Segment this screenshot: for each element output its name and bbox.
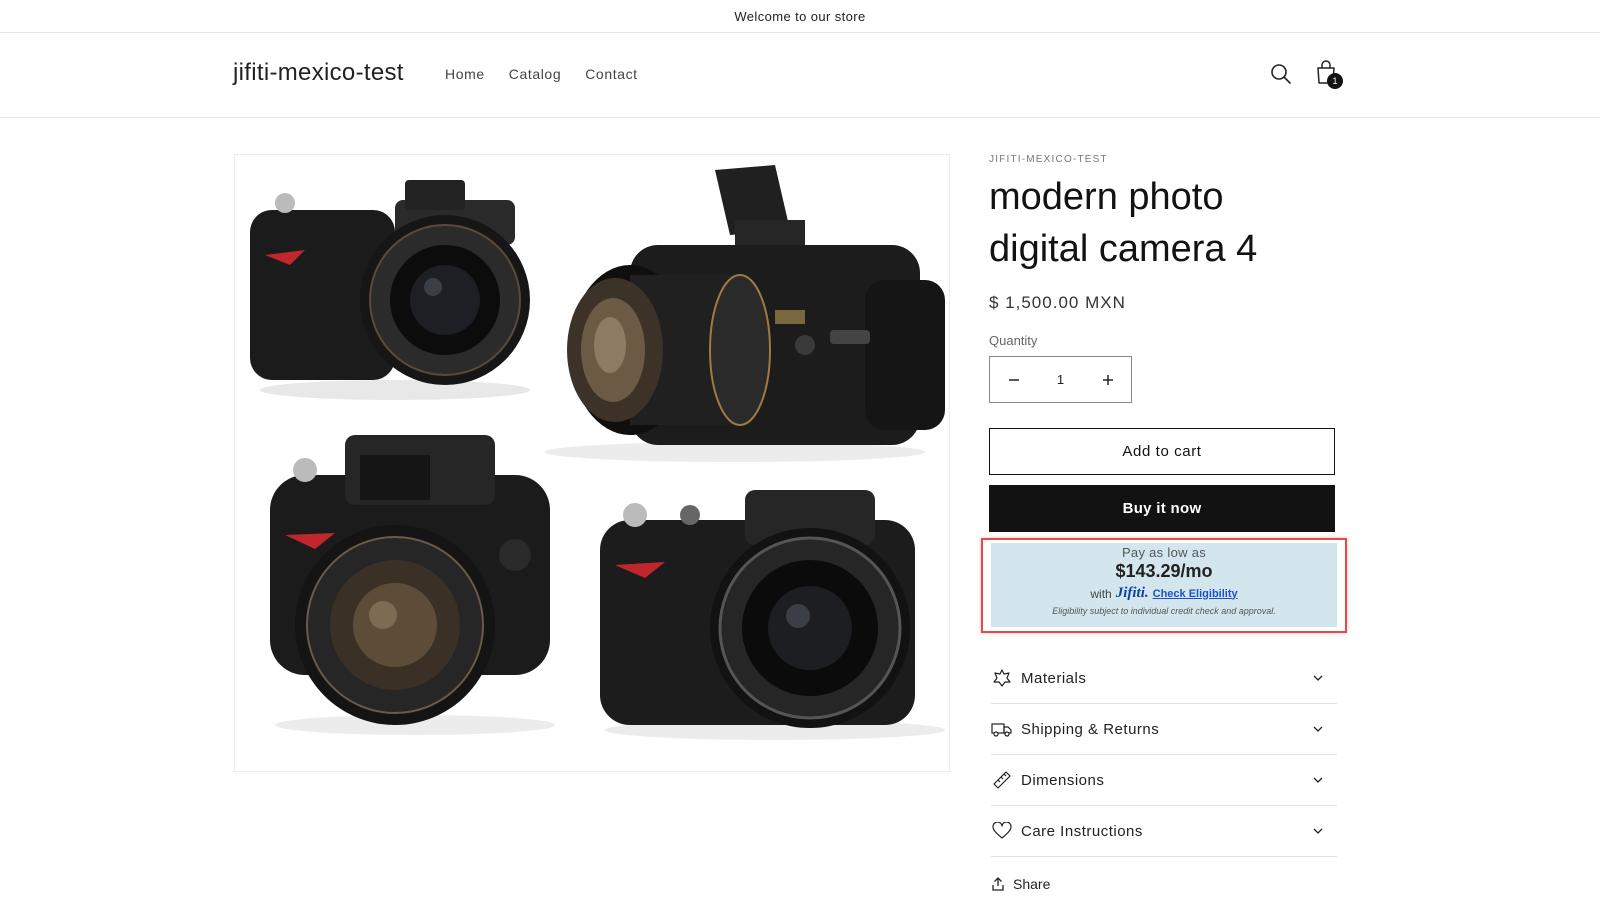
product-title: modern photo digital camera 4 bbox=[989, 171, 1335, 275]
search-button[interactable] bbox=[1265, 58, 1297, 90]
announcement-text: Welcome to our store bbox=[734, 8, 866, 24]
accordion-label: Care Instructions bbox=[1021, 822, 1143, 840]
share-icon bbox=[992, 877, 1004, 891]
announcement-bar: Welcome to our store bbox=[0, 0, 1600, 33]
store-logo[interactable]: jifiti-mexico-test bbox=[233, 59, 404, 87]
leaf-icon bbox=[991, 667, 1013, 689]
jifiti-monthly-amount: $143.29/mo bbox=[1115, 561, 1213, 581]
quantity-increase-button[interactable] bbox=[1084, 357, 1131, 402]
accordion-label: Materials bbox=[1021, 669, 1087, 687]
jifiti-pay-as-low-as: Pay as low as bbox=[1121, 545, 1207, 560]
buy-now-button[interactable]: Buy it now bbox=[989, 485, 1335, 532]
product-vendor: JIFITI-MEXICO-TEST bbox=[989, 154, 1108, 165]
nav-item-catalog[interactable]: Catalog bbox=[509, 66, 561, 82]
jifiti-logo: Jifiti. bbox=[1115, 585, 1149, 601]
share-label: Share bbox=[1013, 876, 1051, 892]
accordion-care-instructions[interactable]: Care Instructions bbox=[991, 806, 1337, 857]
chevron-down-icon bbox=[1311, 722, 1325, 736]
quantity-label: Quantity bbox=[989, 333, 1038, 348]
accordion-label: Dimensions bbox=[1021, 771, 1105, 789]
site-header: jifiti-mexico-test Home Catalog Contact … bbox=[0, 33, 1600, 118]
product-info: JIFITI-MEXICO-TEST modern photo digital … bbox=[989, 150, 1335, 532]
jifiti-with-row: with Jifiti. Check Eligibility bbox=[991, 585, 1337, 602]
product-title-line-2: digital camera 4 bbox=[989, 228, 1258, 270]
truck-icon bbox=[991, 718, 1013, 740]
heart-icon bbox=[991, 820, 1013, 842]
nav-item-contact[interactable]: Contact bbox=[585, 66, 637, 82]
check-eligibility-link[interactable]: Check Eligibility bbox=[1153, 588, 1238, 600]
chevron-down-icon bbox=[1311, 773, 1325, 787]
quantity-decrease-button[interactable] bbox=[990, 357, 1037, 402]
accordion-label: Shipping & Returns bbox=[1021, 720, 1160, 738]
jifiti-eligibility-note: Eligibility subject to individual credit… bbox=[1052, 606, 1276, 616]
cart-button[interactable]: 1 bbox=[1310, 56, 1343, 89]
quantity-input[interactable] bbox=[1037, 357, 1084, 402]
camera-image-4 bbox=[600, 490, 945, 740]
accordion-shipping-returns[interactable]: Shipping & Returns bbox=[991, 704, 1337, 755]
camera-photo-collage bbox=[235, 155, 949, 771]
plus-icon bbox=[1102, 374, 1113, 385]
jifiti-with-text: with bbox=[1090, 586, 1112, 601]
minus-icon bbox=[1008, 378, 1019, 381]
product-price: $ 1,500.00 MXN bbox=[989, 293, 1126, 312]
add-to-cart-button[interactable]: Add to cart bbox=[989, 428, 1335, 475]
share-button[interactable]: Share bbox=[991, 876, 1050, 892]
main-nav: Home Catalog Contact bbox=[445, 66, 638, 82]
accordion-dimensions[interactable]: Dimensions bbox=[991, 755, 1337, 806]
jifiti-financing-widget: Pay as low as $143.29/mo with Jifiti. Ch… bbox=[991, 543, 1337, 627]
accordion-materials[interactable]: Materials bbox=[991, 653, 1337, 704]
chevron-down-icon bbox=[1311, 824, 1325, 838]
quantity-stepper bbox=[989, 356, 1132, 403]
product-image[interactable] bbox=[234, 154, 950, 772]
cart-count-badge: 1 bbox=[1327, 73, 1343, 89]
product-accordions: Materials Shipping & Returns Dimensions … bbox=[991, 653, 1337, 857]
nav-item-home[interactable]: Home bbox=[445, 66, 485, 82]
chevron-down-icon bbox=[1311, 671, 1325, 685]
ruler-icon bbox=[991, 769, 1013, 791]
product-title-line-1: modern photo bbox=[989, 176, 1224, 218]
search-icon bbox=[1271, 64, 1291, 84]
